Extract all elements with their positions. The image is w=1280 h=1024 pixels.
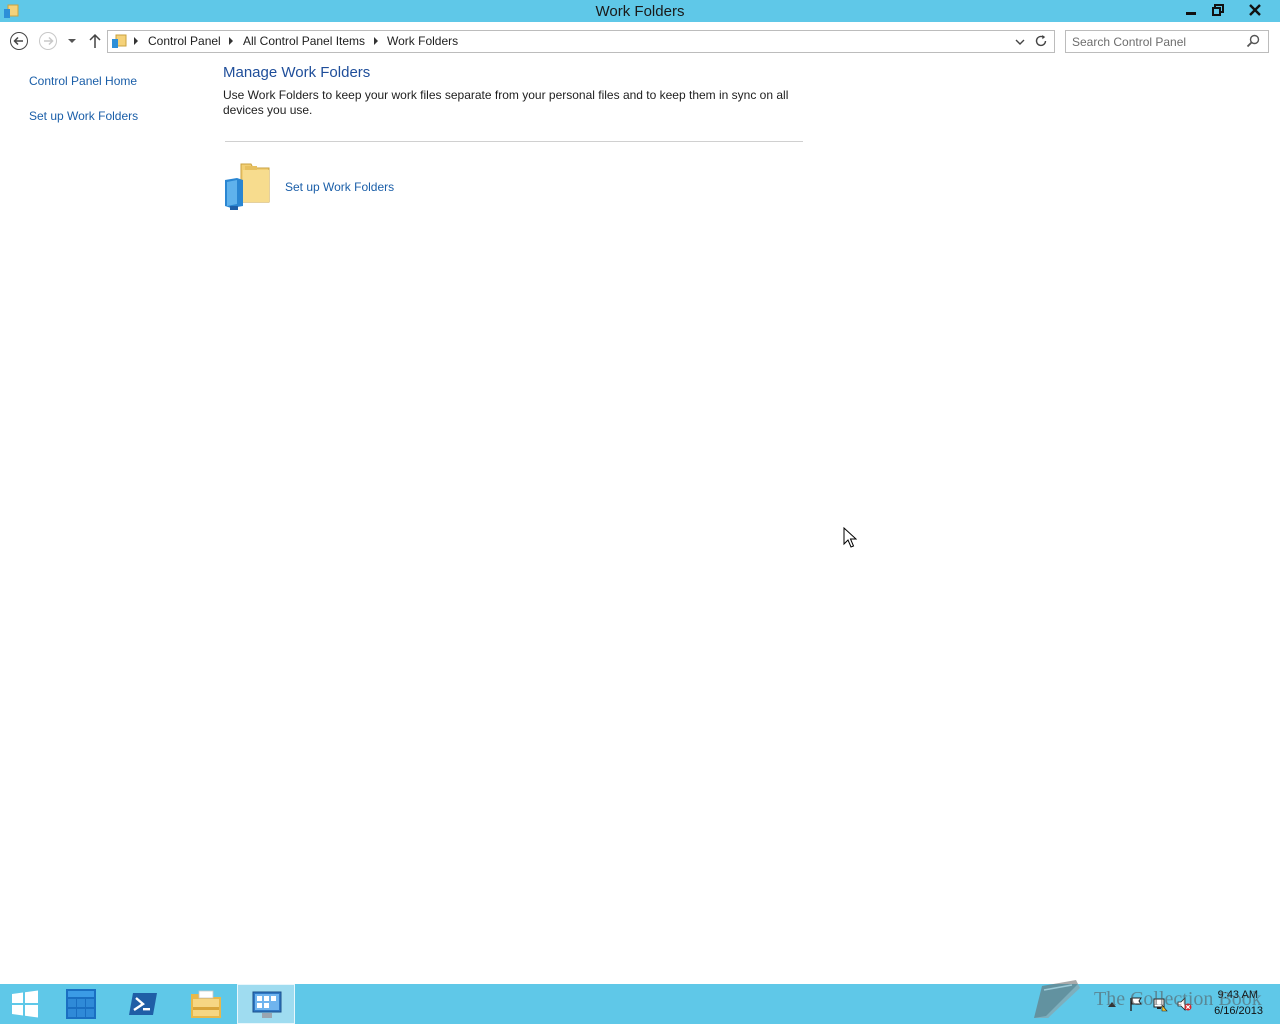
- watermark: The Collection Book: [1030, 978, 1280, 1022]
- file-explorer-button[interactable]: [176, 984, 234, 1024]
- back-button[interactable]: [9, 31, 29, 51]
- start-icon: [12, 990, 38, 1018]
- restore-button[interactable]: [1204, 0, 1231, 20]
- book-icon: [1034, 980, 1080, 1018]
- minimize-button[interactable]: [1177, 0, 1204, 20]
- powershell-button[interactable]: [114, 984, 172, 1024]
- search-input[interactable]: [1070, 33, 1244, 51]
- window-title: Work Folders: [595, 3, 685, 20]
- powershell-icon: [129, 993, 157, 1015]
- work-folders-icon[interactable]: [223, 162, 271, 212]
- forward-button[interactable]: [38, 31, 58, 51]
- breadcrumb-separator[interactable]: [374, 37, 378, 45]
- up-button[interactable]: [87, 32, 103, 50]
- refresh-icon[interactable]: [1034, 34, 1048, 48]
- close-button[interactable]: [1232, 0, 1278, 20]
- control-panel-button[interactable]: [237, 984, 295, 1024]
- control-panel-home-link[interactable]: Control Panel Home: [29, 74, 138, 88]
- divider: [225, 141, 803, 142]
- page-title: Manage Work Folders: [223, 64, 371, 81]
- mouse-cursor-icon: [843, 527, 857, 548]
- breadcrumb-separator[interactable]: [134, 37, 138, 45]
- restore-icon: [1211, 4, 1224, 16]
- control-panel-icon: [252, 991, 282, 1018]
- recent-locations-dropdown[interactable]: [66, 35, 78, 47]
- breadcrumb-work-folders[interactable]: Work Folders: [387, 34, 458, 48]
- file-explorer-icon: [191, 990, 221, 1018]
- main-content: Manage Work Folders Use Work Folders to …: [223, 63, 803, 210]
- server-manager-icon: [66, 989, 96, 1019]
- chevron-down-icon[interactable]: [1014, 37, 1026, 47]
- search-icon[interactable]: [1246, 34, 1260, 48]
- page-description: Use Work Folders to keep your work files…: [223, 88, 789, 117]
- search-box[interactable]: [1065, 30, 1269, 53]
- address-bar[interactable]: Control Panel All Control Panel Items Wo…: [107, 30, 1055, 53]
- set-up-work-folders-link[interactable]: Set up Work Folders: [285, 180, 394, 194]
- left-pane: Control Panel Home Set up Work Folders: [29, 74, 138, 144]
- start-button[interactable]: [0, 984, 58, 1024]
- control-panel-location-icon: [112, 34, 127, 48]
- watermark-text: The Collection Book: [1094, 988, 1262, 1010]
- breadcrumb-control-panel[interactable]: Control Panel: [148, 34, 221, 48]
- close-icon: [1249, 4, 1261, 16]
- breadcrumb-separator[interactable]: [229, 37, 233, 45]
- title-bar[interactable]: Work Folders: [0, 0, 1280, 22]
- navigation-bar: Control Panel All Control Panel Items Wo…: [0, 26, 1280, 56]
- server-manager-button[interactable]: [52, 984, 110, 1024]
- set-up-work-folders-side-link[interactable]: Set up Work Folders: [29, 109, 138, 123]
- breadcrumb-all-control-panel-items[interactable]: All Control Panel Items: [243, 34, 365, 48]
- minimize-icon: [1185, 12, 1196, 15]
- set-up-work-folders-task[interactable]: Set up Work Folders: [223, 162, 523, 212]
